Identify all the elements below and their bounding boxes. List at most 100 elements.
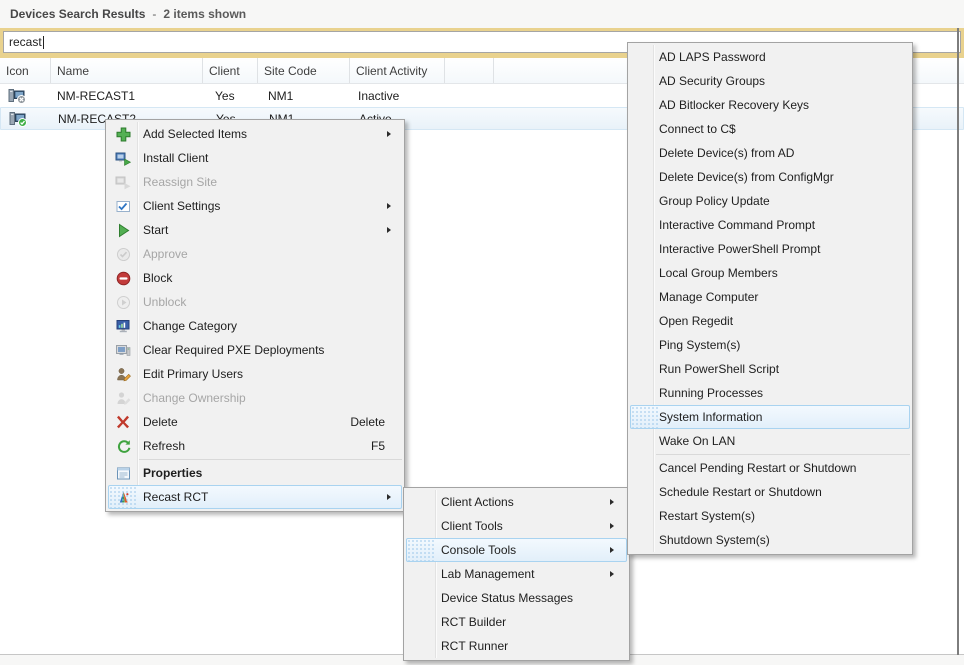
menu-item-delete-devices-from-ad[interactable]: Delete Device(s) from AD: [630, 141, 910, 165]
menu-item-rct-builder[interactable]: RCT Builder: [406, 610, 627, 634]
device-site-code: NM1: [258, 84, 350, 107]
menu-item-label: AD Bitlocker Recovery Keys: [659, 98, 809, 112]
edit-primary-users-icon: [109, 367, 137, 382]
menu-item-edit-primary-users[interactable]: Edit Primary Users: [108, 362, 402, 386]
menu-item-shutdown-systems[interactable]: Shutdown System(s): [630, 528, 910, 552]
menu-item-interactive-powershell-prompt[interactable]: Interactive PowerShell Prompt: [630, 237, 910, 261]
submenu-arrow-icon: [610, 523, 614, 529]
menu-item-running-processes[interactable]: Running Processes: [630, 381, 910, 405]
menu-item-approve[interactable]: Approve: [108, 242, 402, 266]
menu-item-ad-bitlocker-recovery-keys[interactable]: AD Bitlocker Recovery Keys: [630, 93, 910, 117]
menu-item-label: Delete Device(s) from ConfigMgr: [659, 170, 834, 184]
column-header-client-activity[interactable]: Client Activity: [350, 58, 445, 83]
menu-item-install-client[interactable]: Install Client: [108, 146, 402, 170]
menu-item-label: Schedule Restart or Shutdown: [659, 485, 822, 499]
submenu-arrow-icon: [387, 131, 391, 137]
clear-pxe-icon: [109, 343, 137, 358]
submenu-arrow-icon: [387, 227, 391, 233]
recast-rct-submenu: Client Actions Client Tools Console Tool…: [403, 487, 630, 661]
column-header-name[interactable]: Name: [51, 58, 203, 83]
menu-item-device-status-messages[interactable]: Device Status Messages: [406, 586, 627, 610]
menu-item-console-tools[interactable]: Console Tools: [406, 538, 627, 562]
menu-item-schedule-restart-or-shutdown[interactable]: Schedule Restart or Shutdown: [630, 480, 910, 504]
menu-item-label: Reassign Site: [143, 175, 217, 189]
menu-item-label: Clear Required PXE Deployments: [143, 343, 324, 357]
menu-item-label: Device Status Messages: [441, 591, 573, 605]
menu-item-unblock[interactable]: Unblock: [108, 290, 402, 314]
device-name: NM-RECAST1: [51, 84, 203, 107]
menu-item-refresh[interactable]: Refresh F5: [108, 434, 402, 458]
menu-item-label: Recast RCT: [143, 490, 208, 504]
search-text: recast: [9, 35, 42, 49]
properties-icon: [109, 466, 137, 481]
menu-item-label: Client Settings: [143, 199, 220, 213]
menu-item-wake-on-lan[interactable]: Wake On LAN: [630, 429, 910, 453]
menu-item-change-ownership[interactable]: Change Ownership: [108, 386, 402, 410]
menu-item-client-tools[interactable]: Client Tools: [406, 514, 627, 538]
menu-item-ad-laps-password[interactable]: AD LAPS Password: [630, 45, 910, 69]
start-icon: [109, 223, 137, 238]
menu-item-clear-required-pxe-deployments[interactable]: Clear Required PXE Deployments: [108, 338, 402, 362]
menu-item-label: Console Tools: [441, 543, 516, 557]
menu-item-reassign-site[interactable]: Reassign Site: [108, 170, 402, 194]
menu-item-label: Properties: [143, 466, 202, 480]
menu-item-interactive-command-prompt[interactable]: Interactive Command Prompt: [630, 213, 910, 237]
menu-item-add-selected-items[interactable]: Add Selected Items: [108, 122, 402, 146]
menu-item-label: Ping System(s): [659, 338, 740, 352]
menu-item-cancel-pending-restart-or-shutdown[interactable]: Cancel Pending Restart or Shutdown: [630, 456, 910, 480]
recast-rct-icon: [109, 490, 137, 505]
items-shown-count: 2 items shown: [163, 7, 246, 21]
menu-item-group-policy-update[interactable]: Group Policy Update: [630, 189, 910, 213]
menu-item-open-regedit[interactable]: Open Regedit: [630, 309, 910, 333]
menu-item-label: Install Client: [143, 151, 208, 165]
menu-item-delete[interactable]: Delete Delete: [108, 410, 402, 434]
menu-item-ad-security-groups[interactable]: AD Security Groups: [630, 69, 910, 93]
menu-item-label: Run PowerShell Script: [659, 362, 779, 376]
menu-item-label: AD Security Groups: [659, 74, 765, 88]
menu-item-change-category[interactable]: Change Category: [108, 314, 402, 338]
change-ownership-icon: [109, 391, 137, 406]
column-header-client[interactable]: Client: [203, 58, 258, 83]
pane-title: Devices Search Results: [10, 7, 145, 21]
menu-item-rct-runner[interactable]: RCT Runner: [406, 634, 627, 658]
column-header-empty[interactable]: [445, 58, 494, 83]
menu-item-label: Restart System(s): [659, 509, 755, 523]
menu-item-label: Delete: [143, 415, 178, 429]
menu-item-recast-rct[interactable]: Recast RCT: [108, 485, 402, 509]
column-header-site-code[interactable]: Site Code: [258, 58, 350, 83]
device-client-activity: Inactive: [350, 84, 445, 107]
menu-item-label: Client Tools: [441, 519, 503, 533]
devices-search-results-pane: Devices Search Results - 2 items shown r…: [0, 0, 964, 665]
menu-item-run-powershell-script[interactable]: Run PowerShell Script: [630, 357, 910, 381]
menu-item-label: Interactive PowerShell Prompt: [659, 242, 820, 256]
menu-item-label: Approve: [143, 247, 188, 261]
approve-icon: [109, 247, 137, 262]
menu-item-delete-devices-from-configmgr[interactable]: Delete Device(s) from ConfigMgr: [630, 165, 910, 189]
menu-item-label: Manage Computer: [659, 290, 758, 304]
menu-item-manage-computer[interactable]: Manage Computer: [630, 285, 910, 309]
delete-icon: [109, 415, 137, 429]
menu-item-start[interactable]: Start: [108, 218, 402, 242]
menu-item-label: Block: [143, 271, 172, 285]
column-header-icon[interactable]: Icon: [0, 58, 51, 83]
submenu-arrow-icon: [610, 499, 614, 505]
menu-item-local-group-members[interactable]: Local Group Members: [630, 261, 910, 285]
menu-item-restart-systems[interactable]: Restart System(s): [630, 504, 910, 528]
menu-item-label: Wake On LAN: [659, 434, 735, 448]
menu-item-system-information[interactable]: System Information: [630, 405, 910, 429]
menu-item-client-settings[interactable]: Client Settings: [108, 194, 402, 218]
menu-item-block[interactable]: Block: [108, 266, 402, 290]
refresh-icon: [109, 439, 137, 454]
menu-item-label: Unblock: [143, 295, 186, 309]
menu-item-properties[interactable]: Properties: [108, 461, 402, 485]
menu-item-label: Local Group Members: [659, 266, 778, 280]
menu-item-client-actions[interactable]: Client Actions: [406, 490, 627, 514]
device-ok-icon: [1, 108, 52, 129]
console-tools-submenu: AD LAPS Password AD Security Groups AD B…: [627, 42, 913, 555]
block-icon: [109, 271, 137, 286]
menu-item-lab-management[interactable]: Lab Management: [406, 562, 627, 586]
menu-item-shortcut: Delete: [350, 415, 385, 429]
device-context-menu: Add Selected Items Install Client: [105, 119, 405, 512]
menu-item-ping-systems[interactable]: Ping System(s): [630, 333, 910, 357]
menu-item-connect-to-c-dollar[interactable]: Connect to C$: [630, 117, 910, 141]
